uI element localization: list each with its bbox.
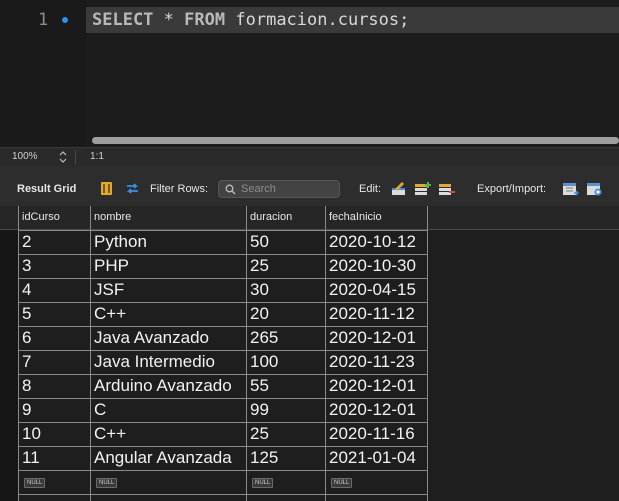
table-cell[interactable]: 10 [22, 424, 41, 444]
row-divider [18, 470, 427, 471]
table-cell[interactable]: PHP [94, 256, 129, 276]
null-badge[interactable]: NULL [252, 478, 274, 488]
import-icon[interactable] [586, 180, 603, 197]
table-cell[interactable]: 2020-12-01 [329, 328, 416, 348]
table-cell[interactable]: 11 [22, 448, 40, 468]
table-cell[interactable]: 2020-10-30 [329, 256, 416, 276]
table-cell[interactable]: Angular Avanzada [94, 448, 232, 468]
filter-rows-label: Filter Rows: [150, 183, 209, 195]
row-gutter [0, 230, 18, 501]
table-cell[interactable]: C++ [94, 424, 126, 444]
filter-rows-search[interactable] [218, 180, 340, 198]
column-divider [427, 206, 428, 501]
table-cell[interactable]: 50 [250, 232, 269, 252]
table-cell[interactable]: Python [94, 232, 147, 252]
export-import-label: Export/Import: [477, 183, 547, 195]
zoom-ratio-button[interactable]: 1:1 [90, 151, 104, 162]
row-divider [18, 446, 427, 447]
query-table: formacion.cursos; [235, 10, 410, 30]
row-divider [18, 494, 427, 495]
row-divider [18, 302, 427, 303]
null-badge[interactable]: NULL [96, 478, 118, 488]
table-cell[interactable]: Java Avanzado [94, 328, 209, 348]
table-cell[interactable]: 3 [22, 256, 31, 276]
table-cell[interactable]: C [94, 400, 106, 420]
column-divider [325, 206, 326, 501]
zoom-level: 100% [12, 151, 38, 162]
null-badge[interactable]: NULL [331, 478, 353, 488]
table-cell[interactable]: 55 [250, 376, 269, 396]
column-divider [246, 206, 247, 501]
table-cell[interactable]: 30 [250, 280, 269, 300]
edit-current-row-icon[interactable] [390, 180, 407, 197]
table-cell[interactable]: Java Intermedio [94, 352, 215, 372]
row-divider [18, 326, 427, 327]
row-divider [18, 374, 427, 375]
table-cell[interactable]: 5 [22, 304, 31, 324]
table-cell[interactable]: 25 [250, 424, 269, 444]
line-number: 1 [38, 10, 49, 30]
query-star: * [163, 10, 174, 30]
result-grid-label: Result Grid [17, 183, 77, 195]
table-cell[interactable]: 4 [22, 280, 31, 300]
table-cell[interactable]: 2 [22, 232, 31, 252]
column-header[interactable]: fechaInicio [329, 211, 382, 223]
table-cell[interactable]: 25 [250, 256, 269, 276]
grid-header: idCurso nombre duracion fechaInicio [0, 206, 619, 230]
delete-row-icon[interactable] [438, 180, 455, 197]
sql-query[interactable]: SELECT * FROM formacion.cursos; [92, 10, 409, 30]
table-cell[interactable]: 9 [22, 400, 31, 420]
zoom-stepper-icon[interactable] [58, 150, 68, 164]
row-divider [18, 398, 427, 399]
edit-label: Edit: [359, 183, 382, 195]
column-divider [90, 206, 91, 501]
table-cell[interactable]: 2020-11-16 [329, 424, 415, 444]
column-header[interactable]: idCurso [22, 211, 60, 223]
search-input[interactable] [241, 182, 337, 196]
form-editor-icon[interactable] [98, 180, 115, 197]
editor-horizontal-scrollbar[interactable] [92, 135, 619, 145]
insert-row-icon[interactable] [414, 180, 431, 197]
row-divider [18, 230, 427, 231]
table-cell[interactable]: 2020-04-15 [329, 280, 416, 300]
column-header[interactable]: duracion [250, 211, 292, 223]
result-toolbar: Result Grid Filter Rows: Edit: [0, 166, 619, 206]
table-cell[interactable]: 2020-12-01 [329, 376, 416, 396]
result-grid[interactable]: idCurso nombre duracion fechaInicio 2 Pyt… [0, 206, 619, 501]
table-cell[interactable]: Arduino Avanzado [94, 376, 232, 396]
divider [75, 150, 76, 164]
table-cell[interactable]: 2020-10-12 [329, 232, 416, 252]
table-cell[interactable]: 265 [250, 328, 278, 348]
keyword-from: FROM [184, 10, 226, 30]
table-cell[interactable]: 2020-11-23 [329, 352, 415, 372]
search-icon [225, 184, 236, 195]
statement-marker-icon [62, 17, 68, 23]
table-cell[interactable]: JSF [94, 280, 124, 300]
table-cell[interactable]: 2020-12-01 [329, 400, 416, 420]
row-divider [18, 350, 427, 351]
table-cell[interactable]: 2020-11-12 [329, 304, 415, 324]
null-badge[interactable]: NULL [24, 478, 46, 488]
table-cell[interactable]: 125 [250, 448, 278, 468]
row-divider [18, 254, 427, 255]
table-cell[interactable]: 6 [22, 328, 31, 348]
column-header[interactable]: nombre [94, 211, 131, 223]
table-cell[interactable]: 20 [250, 304, 269, 324]
table-cell[interactable]: 8 [22, 376, 31, 396]
table-cell[interactable]: 100 [250, 352, 278, 372]
keyword-select: SELECT [92, 10, 154, 30]
row-divider [18, 422, 427, 423]
table-cell[interactable]: 99 [250, 400, 269, 420]
export-icon[interactable] [562, 180, 579, 197]
table-cell[interactable]: 2021-01-04 [329, 448, 416, 468]
row-divider [18, 278, 427, 279]
column-divider [18, 206, 19, 501]
editor-status-bar: 100% 1:1 [0, 147, 619, 166]
table-cell[interactable]: 7 [22, 352, 31, 372]
scrollbar-thumb[interactable] [92, 137, 619, 144]
table-cell[interactable]: C++ [94, 304, 126, 324]
sql-editor[interactable]: 1 SELECT * FROM formacion.cursos; [0, 0, 619, 147]
wrap-cell-content-icon[interactable] [124, 180, 141, 197]
